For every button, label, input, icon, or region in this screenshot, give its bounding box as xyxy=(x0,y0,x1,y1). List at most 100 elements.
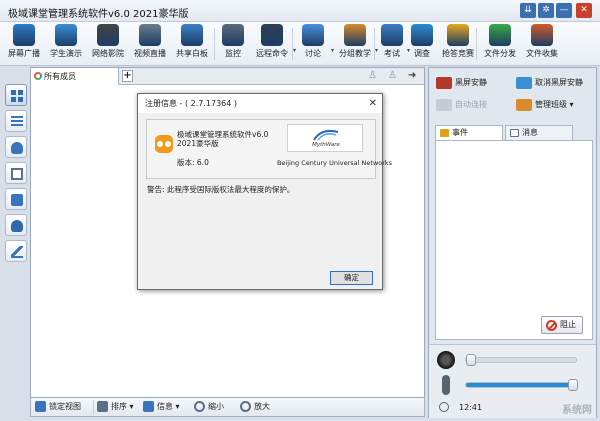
toolbar-label: 屏幕广播 xyxy=(8,49,40,58)
block-button[interactable]: 阻止 xyxy=(541,316,583,334)
events-list xyxy=(435,140,593,340)
user-add-icon xyxy=(11,220,23,232)
toolbar-label: 共享白板 xyxy=(176,49,208,58)
star-person-icon xyxy=(447,24,469,46)
help-icon[interactable]: ⇊ xyxy=(520,3,536,18)
toolbar-label: 调查 xyxy=(414,49,430,58)
tab-messages[interactable]: 消息 xyxy=(505,125,573,140)
tab-all-members[interactable]: 所有成员 xyxy=(31,68,119,85)
history-button[interactable] xyxy=(5,188,27,210)
whiteboard-icon xyxy=(181,24,203,46)
mythware-logo: MythWare xyxy=(287,124,363,152)
terminal-icon xyxy=(261,24,283,46)
monitor-icon xyxy=(516,77,532,89)
window-view-button[interactable] xyxy=(5,162,27,184)
mic-knob[interactable] xyxy=(568,379,578,391)
microphone-icon xyxy=(442,375,450,395)
class-users-icon xyxy=(516,99,532,111)
notes-button[interactable] xyxy=(5,240,27,262)
toolbar-network-video-button[interactable]: 网络影院 xyxy=(88,24,128,64)
list-icon xyxy=(11,116,23,128)
sort-button[interactable]: 排序 ▾ xyxy=(97,401,134,413)
toolbar-monitor-button[interactable]: 监控 xyxy=(218,24,248,64)
window-title: 极域课堂管理系统软件v6.0 2021豪华版 xyxy=(8,9,189,20)
mic-slider[interactable] xyxy=(465,379,578,391)
registration-dialog: 注册信息 - ( 2.7.17364 ) ✕ 极域课堂管理系统软件v6.0 20… xyxy=(137,93,392,290)
toolbar-separator xyxy=(292,28,293,60)
toolbar-label: 分组教学 xyxy=(339,49,371,58)
settings-icon[interactable]: ✲ xyxy=(538,3,554,18)
ok-button[interactable]: 确定 xyxy=(330,271,373,285)
toolbar-group-teaching-button[interactable]: 分组教学 ▾ xyxy=(336,24,378,64)
tab-label: 所有成员 xyxy=(44,72,76,81)
user-manage-button[interactable] xyxy=(5,214,27,236)
window-icon xyxy=(11,168,23,180)
close-button[interactable]: ✕ xyxy=(576,3,592,18)
chat-bubbles-icon xyxy=(302,24,324,46)
group-users-icon xyxy=(344,24,366,46)
clock-time: 12:41 xyxy=(459,403,483,412)
toolbar-exam-button[interactable]: 考试 ▾ xyxy=(378,24,410,64)
view-list-button[interactable] xyxy=(5,110,27,132)
auto-connect-button[interactable]: 自动连接 xyxy=(433,96,487,114)
user-remove-icon[interactable]: ♙ xyxy=(388,70,400,82)
user-status-button[interactable] xyxy=(5,136,27,158)
chevron-down-icon[interactable]: ▾ xyxy=(331,47,334,54)
mic-fill xyxy=(466,383,574,387)
info-icon xyxy=(143,401,154,412)
manage-class-button[interactable]: 管理班级 ▾ xyxy=(513,96,574,114)
product-logo-icon xyxy=(155,135,173,153)
toolbar-label: 抢答竞赛 xyxy=(442,49,474,58)
toolbar-separator xyxy=(214,28,215,60)
events-icon xyxy=(440,129,449,137)
cancel-black-screen-button[interactable]: 取消黑屏安静 xyxy=(513,74,583,92)
toolbar-file-distribute-button[interactable]: 文件分发 xyxy=(480,24,520,64)
toolbar-label: 监控 xyxy=(225,49,241,58)
monitor-broadcast-icon xyxy=(13,24,35,46)
connect-icon xyxy=(436,99,452,111)
clock-icon xyxy=(439,402,449,412)
volume-knob[interactable] xyxy=(466,354,476,366)
toolbar-label: 考试 xyxy=(384,49,400,58)
add-group-tab-button[interactable]: + xyxy=(122,70,133,82)
view-status-bar: 锁定视图 排序 ▾ 信息 ▾ 缩小 放大 xyxy=(30,398,425,417)
toolbar-video-live-button[interactable]: 视频直播 xyxy=(130,24,170,64)
toolbar-discussion-button[interactable]: 讨论 ▾ xyxy=(296,24,334,64)
toolbar-screen-broadcast-button[interactable]: 屏幕广播 xyxy=(4,24,44,64)
volume-slider[interactable] xyxy=(465,354,577,366)
user-add-icon[interactable]: ♙ xyxy=(368,70,380,82)
zoom-in-button[interactable]: 放大 xyxy=(240,401,270,413)
toolbar-label: 视频直播 xyxy=(134,49,166,58)
file-collect-icon xyxy=(531,24,553,46)
toolbar-separator xyxy=(476,28,477,60)
toolbar-quick-answer-button[interactable]: 抢答竞赛 xyxy=(438,24,478,64)
group-tabs: 所有成员 + ♙ ♙ ➜ xyxy=(31,68,424,85)
toolbar-student-demo-button[interactable]: 学生演示 xyxy=(46,24,86,64)
lock-view-button[interactable]: 锁定视图 xyxy=(35,401,81,413)
arrow-right-icon[interactable]: ➜ xyxy=(408,70,420,82)
view-thumbnails-button[interactable] xyxy=(5,84,27,106)
pen-icon xyxy=(11,246,23,258)
audio-controls: 12:41 系统网 xyxy=(429,344,596,418)
message-icon xyxy=(510,129,519,137)
dialog-title: 注册信息 - ( 2.7.17364 ) xyxy=(138,94,382,113)
speaker-icon xyxy=(437,351,455,369)
monitor-person-icon xyxy=(222,24,244,46)
all-members-icon xyxy=(34,72,42,80)
product-info-box: 极域课堂管理系统软件v6.0 2021豪华版 版本: 6.0 MythWare … xyxy=(146,119,392,179)
toolbar-survey-button[interactable]: 调查 xyxy=(410,24,434,64)
minimize-button[interactable]: — xyxy=(556,3,572,18)
tab-events[interactable]: 事件 xyxy=(435,125,503,140)
logo-text: MythWare xyxy=(312,142,340,148)
event-message-tabs: 事件 消息 xyxy=(435,125,593,140)
toolbar-file-collect-button[interactable]: 文件收集 xyxy=(522,24,562,64)
dialog-close-button[interactable]: ✕ xyxy=(369,94,377,113)
exam-paper-icon xyxy=(381,24,403,46)
zoom-out-button[interactable]: 缩小 xyxy=(194,401,224,413)
watermark: 系统网 xyxy=(562,405,592,416)
info-button[interactable]: 信息 ▾ xyxy=(143,401,180,413)
toolbar-shared-whiteboard-button[interactable]: 共享白板 xyxy=(172,24,212,64)
black-screen-button[interactable]: 黑屏安静 xyxy=(433,74,487,92)
product-name: 极域课堂管理系统软件v6.0 2021豪华版 xyxy=(177,130,269,148)
toolbar-remote-command-button[interactable]: 远程命令 ▾ xyxy=(252,24,296,64)
